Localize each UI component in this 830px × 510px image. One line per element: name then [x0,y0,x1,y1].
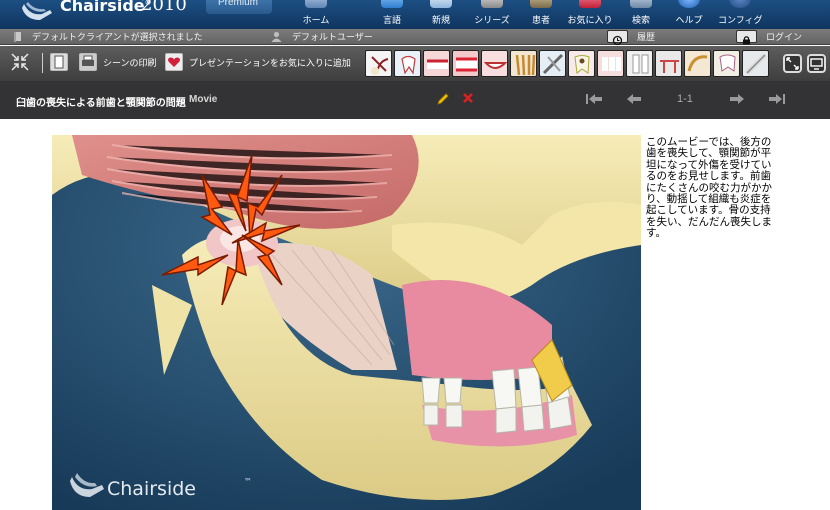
expand-button[interactable] [783,54,802,73]
edit-pencil-icon[interactable] [436,92,450,106]
brand-year: 2010 [141,0,187,15]
login-label[interactable]: ログイン [766,30,802,43]
jaw-icon [687,55,708,72]
scene-thumbnail[interactable] [365,50,392,77]
toolbar: シーンの印刷 プレゼンテーションをお気に入りに追加 [0,46,830,81]
series-icon [481,0,503,8]
status-bar: デフォルトクライアントが選択されました デフォルトユーザー 履歴 ログイン [0,29,830,46]
scene-thumbnail[interactable] [713,50,740,77]
implant-icon [632,54,649,74]
clock-icon [612,35,623,46]
jaw-illustration [52,135,641,510]
tooth-roots-icon [515,54,536,76]
tooth-decay-icon [574,55,590,74]
scene-thumbnail[interactable] [626,50,653,77]
teeth-row-icon [427,59,448,69]
patient-icon [530,0,552,8]
login-button[interactable] [736,30,757,45]
tooth-crown-icon [401,55,416,75]
language-icon [381,0,403,8]
favorites-icon [579,0,601,8]
chairside-watermark-icon [70,473,104,497]
nav-new[interactable]: 新規 [422,0,460,29]
nav-help[interactable]: ヘルプ [672,0,706,29]
new-icon [430,0,452,8]
scene-thumbnail[interactable] [597,50,624,77]
toolbar-separator [42,53,43,73]
client-status: デフォルトクライアントが選択されました [32,33,203,43]
last-page-icon[interactable] [767,92,787,106]
page-button[interactable] [50,53,68,71]
nav-home[interactable]: ホーム [296,0,336,29]
heart-icon [168,57,180,67]
watermark-text: Chairside [107,478,196,500]
expand-icon [786,57,799,70]
scene-title-bar: 臼歯の喪失による前歯と顎関節の問題 Movie 1-1 [0,81,830,119]
nav-favorites[interactable]: お気に入り [563,0,617,29]
print-scene-button[interactable] [79,53,97,71]
molar-icon [719,54,736,72]
nav-language[interactable]: 言語 [373,0,411,29]
scene-thumbnail[interactable] [568,50,595,77]
scene-thumbnail[interactable] [394,50,421,77]
add-favorite-button[interactable] [165,53,183,71]
home-icon [305,0,327,8]
gum-teeth-icon [456,57,477,72]
history-button[interactable] [607,30,628,46]
tooth-bridge-icon [660,60,679,73]
presentation-icon [810,58,823,70]
movie-player[interactable]: Chairside ™ [52,135,641,510]
history-label[interactable]: 履歴 [637,30,655,43]
first-page-icon[interactable] [584,92,604,106]
scene-title: 臼歯の喪失による前歯と顎関節の問題 [16,98,186,109]
edition-tab: Premium [206,0,272,14]
top-bar: Chairside® 2010 Premium ホーム 言語 新規 シリーズ 患… [0,0,830,29]
delete-icon[interactable] [462,92,474,104]
collapse-icon [11,53,29,71]
scene-thumbnail[interactable] [452,50,479,77]
next-page-icon[interactable] [727,92,747,106]
scene-thumbnail[interactable] [481,50,508,77]
presentation-button[interactable] [807,54,826,73]
chairside-logo-icon [22,2,52,20]
page-counter: 1-1 [677,93,693,105]
config-icon [729,0,751,8]
scene-thumbnail[interactable] [539,50,566,77]
scene-thumbnail[interactable] [510,50,537,77]
lock-icon [743,36,750,45]
scene-thumbnail[interactable] [742,50,769,77]
watermark-trademark: ™ [244,477,252,486]
brand-name: Chairside® [60,0,152,15]
nav-series[interactable]: シリーズ [470,0,514,29]
scene-thumbnail[interactable] [684,50,711,77]
print-scene-label[interactable]: シーンの印刷 [103,56,157,69]
search-icon [630,0,652,8]
user-status: デフォルトユーザー [292,33,373,43]
content-area: Chairside ™ このムービーでは、後方の歯を喪失して、顎関節が平坦になっ… [0,119,830,510]
user-icon [271,31,282,42]
x-ray-icon [542,53,564,75]
nav-search[interactable]: 検索 [624,0,658,29]
nav-config[interactable]: コンフィグ [718,0,763,29]
smile-icon [483,62,507,69]
add-favorite-label[interactable]: プレゼンテーションをお気に入りに追加 [189,56,351,69]
document-icon [54,55,64,69]
previous-page-icon[interactable] [624,92,644,106]
client-icon [14,32,21,42]
scene-description: このムービーでは、後方の歯を喪失して、顎関節が平坦になって外傷を受けているのをお… [646,136,772,240]
teeth-front-icon [602,57,621,71]
drill-icon [745,53,767,75]
help-icon [678,0,700,8]
fullscreen-collapse-button[interactable] [11,53,29,71]
nav-patient[interactable]: 患者 [525,0,557,29]
scene-type: Movie [189,94,218,105]
printer-icon [82,55,94,66]
scene-thumbnail[interactable] [655,50,682,77]
scene-thumbnail[interactable] [423,50,450,77]
tooth-instrument-icon [371,56,389,75]
